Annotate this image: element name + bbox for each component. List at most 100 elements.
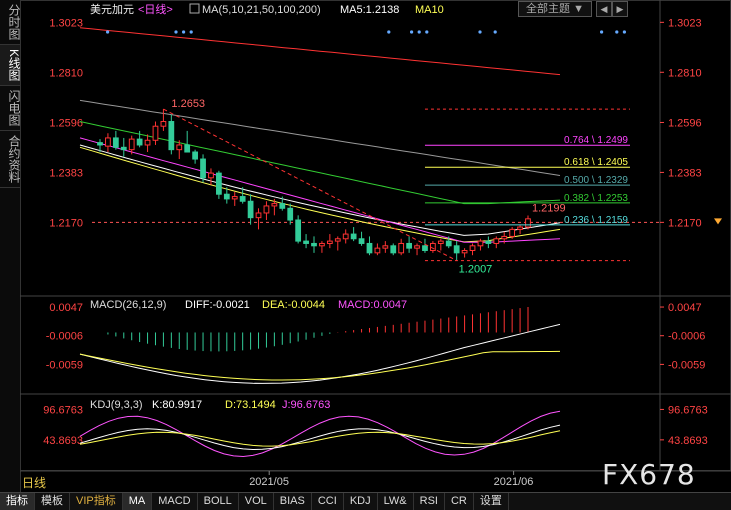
toolbar-tab-12[interactable]: CR: [445, 493, 474, 510]
chart-area[interactable]: 1.3023 1.3023 1.2810 1.2810 1.2596 1.2596 1.23…: [20, 0, 731, 492]
candle-body[interactable]: [311, 242, 317, 247]
candle-body[interactable]: [200, 158, 206, 179]
candle-body[interactable]: [112, 137, 119, 148]
period-label[interactable]: 日线: [22, 474, 46, 491]
candle-body[interactable]: [406, 242, 412, 249]
toolbar-tab-11[interactable]: RSI: [414, 493, 445, 510]
candle-body[interactable]: [223, 193, 230, 200]
ma-line-ma100: [79, 99, 561, 176]
toolbar-tab-13[interactable]: 设置: [474, 493, 509, 510]
event-marker-icon: [615, 30, 619, 34]
candle-body[interactable]: [128, 138, 135, 151]
candle-body[interactable]: [509, 228, 516, 237]
candle-body[interactable]: [517, 226, 523, 230]
theme-menu-button[interactable]: 全部主题 ▼: [518, 1, 592, 17]
price-tick-left: 1.2383: [49, 167, 83, 179]
candle-body[interactable]: [469, 245, 476, 251]
kdj-tick-right: 43.8693: [668, 435, 708, 447]
toolbar-tab-7[interactable]: BIAS: [274, 493, 312, 510]
toolbar-tab-0[interactable]: 指标: [0, 493, 35, 510]
candle-body[interactable]: [477, 240, 484, 247]
candle-body[interactable]: [366, 242, 373, 254]
candle-body[interactable]: [152, 125, 159, 141]
prev-arrow-icon[interactable]: ◀: [596, 1, 612, 17]
candle-body[interactable]: [97, 142, 103, 146]
candle-body[interactable]: [445, 240, 452, 247]
toolbar-tab-10[interactable]: LW&: [378, 493, 414, 510]
candle-body[interactable]: [525, 218, 531, 228]
candle-body[interactable]: [358, 238, 365, 244]
event-marker-icon: [600, 30, 604, 34]
ma10-value: MA10: [415, 4, 444, 16]
candle-body[interactable]: [303, 240, 309, 244]
candle-body[interactable]: [319, 242, 325, 247]
candle-body[interactable]: [105, 137, 111, 147]
checkbox-icon[interactable]: [189, 3, 200, 14]
candle-body[interactable]: [136, 138, 143, 146]
sidebar-tab-0[interactable]: 分时图: [0, 0, 21, 45]
candle-body[interactable]: [382, 245, 389, 249]
macd-tick-right: -0.0059: [668, 359, 705, 371]
kdj-j-value: J:96.6763: [282, 399, 330, 411]
candle-body[interactable]: [326, 240, 333, 244]
next-arrow-icon[interactable]: ▶: [612, 1, 628, 17]
candle-body[interactable]: [144, 139, 151, 146]
candle-body[interactable]: [247, 200, 254, 219]
candle-body[interactable]: [184, 144, 191, 153]
candle-body[interactable]: [279, 203, 286, 209]
candle-body[interactable]: [501, 235, 508, 240]
candle-body[interactable]: [208, 172, 214, 179]
candle-body[interactable]: [160, 121, 167, 127]
toolbar-tab-4[interactable]: MACD: [152, 493, 198, 510]
candle-body[interactable]: [263, 205, 270, 214]
candle-body[interactable]: [271, 203, 278, 207]
candle-body[interactable]: [192, 151, 198, 160]
macd-dea-value: DEA:-0.0044: [262, 299, 325, 311]
candle-body[interactable]: [239, 196, 246, 202]
candle-body[interactable]: [437, 240, 444, 244]
candle-body[interactable]: [120, 146, 127, 151]
toolbar-tab-1[interactable]: 模板: [35, 493, 70, 510]
candle-body[interactable]: [374, 247, 381, 254]
event-marker-icon: [174, 30, 178, 34]
candle-body[interactable]: [422, 245, 428, 251]
candle-body[interactable]: [176, 144, 183, 151]
side-tabs: 分时图 K线图 闪电图 合约资料: [0, 0, 21, 492]
sidebar-tab-3[interactable]: 合约资料: [0, 131, 21, 189]
macd-name: MACD(26,12,9): [90, 299, 166, 311]
high-price-label: 1.2653: [171, 98, 205, 110]
toolbar-tab-3[interactable]: MA: [122, 493, 153, 510]
toolbar-tab-9[interactable]: KDJ: [344, 493, 378, 510]
indicator-toolbar: 指标 模板 VIP指标 MA MACD BOLL VOL BIAS CCI KDJ LW& RSI CR…: [0, 492, 731, 510]
price-tick-left: 1.2596: [49, 117, 83, 129]
candle-body[interactable]: [216, 172, 222, 195]
candle-body[interactable]: [461, 249, 468, 254]
event-marker-icon: [106, 30, 110, 34]
candle-body[interactable]: [453, 245, 460, 254]
date-tick-label: 2021/06: [494, 476, 534, 488]
toolbar-tab-2[interactable]: VIP指标: [70, 493, 123, 510]
toolbar-tab-6[interactable]: VOL: [239, 493, 274, 510]
candle-body[interactable]: [295, 219, 302, 242]
candle-body[interactable]: [390, 245, 397, 254]
candle-body[interactable]: [493, 238, 500, 244]
candle-body[interactable]: [287, 207, 294, 221]
candle-body[interactable]: [485, 240, 492, 244]
toolbar-tab-5[interactable]: BOLL: [198, 493, 239, 510]
candle-body[interactable]: [231, 196, 238, 200]
candle-body[interactable]: [350, 233, 357, 240]
candle-body[interactable]: [255, 212, 262, 219]
sidebar-tab-2[interactable]: 闪电图: [0, 86, 21, 132]
event-marker-icon: [189, 30, 193, 34]
kdj-d-value: D:73.1494: [225, 399, 276, 411]
candle-body[interactable]: [334, 238, 341, 242]
symbol-label: 美元加元: [90, 3, 134, 16]
toolbar-tab-8[interactable]: CCI: [312, 493, 344, 510]
macd-tick-right: -0.0006: [668, 331, 705, 343]
candle-body[interactable]: [398, 242, 405, 254]
candle-body[interactable]: [168, 121, 175, 151]
price-tick-right: 1.2596: [668, 117, 702, 129]
sidebar-tab-1[interactable]: K线图: [0, 45, 21, 87]
candle-body[interactable]: [342, 233, 349, 240]
candle-body[interactable]: [414, 245, 420, 249]
